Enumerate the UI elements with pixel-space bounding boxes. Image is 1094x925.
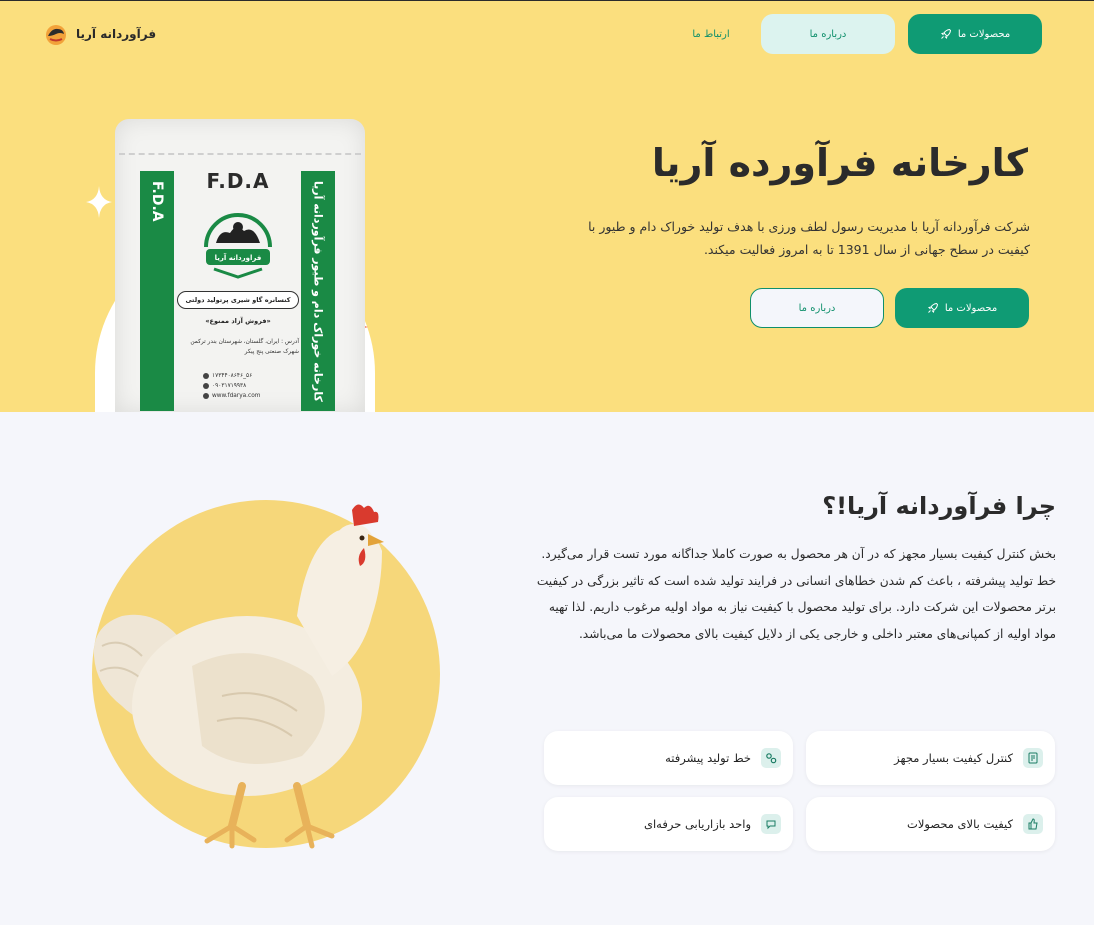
- sack-stripe-left: F.D.A: [140, 171, 174, 411]
- hero-description: شرکت فرآوردانه آریا با مدیریت رسول لطف و…: [588, 219, 1030, 257]
- sack-phone: ۱۷۳۴۴۰۸۶۴۶_۵۶: [212, 373, 253, 379]
- sack-seam: [119, 119, 361, 155]
- nav-products-label: محصولات ما: [957, 28, 1011, 40]
- feature-label: واحد بازاریابی حرفه‌ای: [643, 817, 751, 831]
- sack-contacts: ۱۷۳۴۴۰۸۶۴۶_۵۶ ۰۹۰۳۱۷۱۹۹۳۸ www.fdarya.com: [203, 371, 293, 401]
- why-title: چرا فرآوردانه آریا!؟: [822, 492, 1056, 520]
- hero-about-button[interactable]: درباره ما: [750, 288, 884, 328]
- feature-label: کنترل کیفیت بسیار مجهز: [894, 751, 1013, 765]
- whatsapp-icon: [203, 383, 209, 389]
- feed-sack-image: F.D.A کارخانه خوراک دام و طیور فرآوردانه…: [115, 119, 365, 412]
- thumbs-up-icon: [1023, 814, 1043, 834]
- sack-stripe-right: کارخانه خوراک دام و طیور فرآوردانه آریا: [301, 171, 335, 411]
- feature-label: خط تولید پیشرفته: [665, 751, 751, 765]
- nav-contact-link[interactable]: ارتباط ما: [672, 14, 750, 54]
- hero-products-button[interactable]: محصولات ما: [895, 288, 1029, 328]
- sack-address: آدرس : ایران، گلستان، شهرستان بندر ترکمن…: [190, 339, 299, 355]
- gears-icon: [761, 748, 781, 768]
- feature-card-marketing: واحد بازاریابی حرفه‌ای: [544, 797, 793, 851]
- nav-about-label: درباره ما: [809, 28, 847, 40]
- phone-icon: [203, 373, 209, 379]
- sack-product-label: کنسانره گاو شیری پرتولید دولتی: [177, 291, 299, 309]
- brand-logo-icon: [46, 25, 66, 45]
- farm-emblem-icon: فراوردانه آریا: [204, 213, 272, 279]
- feature-label: کیفیت بالای محصولات: [907, 817, 1013, 831]
- why-description: بخش کنترل کیفیت بسیار مجهز که در آن هر م…: [536, 547, 1056, 641]
- nav-contact-label: ارتباط ما: [692, 28, 730, 40]
- sack-mobile: ۰۹۰۳۱۷۱۹۹۳۸: [212, 383, 247, 389]
- rocket-icon: [940, 28, 951, 39]
- sack-web: www.fdarya.com: [212, 393, 261, 399]
- sack-brand: F.D.A: [206, 169, 270, 193]
- nav-about-button[interactable]: درباره ما: [761, 14, 895, 54]
- hen-image: [93, 504, 384, 849]
- lab-icon: [1023, 748, 1043, 768]
- feature-card-quality-control: کنترل کیفیت بسیار مجهز: [806, 731, 1055, 785]
- nav-products-button[interactable]: محصولات ما: [908, 14, 1042, 54]
- chat-icon: [761, 814, 781, 834]
- hero-section: فرآوردانه آریا ارتباط ما درباره ما محصول…: [0, 1, 1094, 412]
- feature-card-product-quality: کیفیت بالای محصولات: [806, 797, 1055, 851]
- web-icon: [203, 393, 209, 399]
- rocket-icon: [927, 302, 938, 313]
- brand[interactable]: فرآوردانه آریا: [44, 21, 156, 47]
- sack-free-label: «فروش آزاد ممنوع»: [205, 317, 271, 325]
- emblem-label: فراوردانه آریا: [215, 253, 262, 262]
- hero-products-label: محصولات ما: [944, 302, 998, 314]
- hero-about-label: درباره ما: [798, 302, 836, 314]
- why-section: چرا فرآوردانه آریا!؟ بخش کنترل کیفیت بسی…: [0, 412, 1094, 925]
- feature-card-production-line: خط تولید پیشرفته: [544, 731, 793, 785]
- brand-name: فرآوردانه آریا: [76, 27, 157, 41]
- hero-title: کارخانه فرآورده آریا: [651, 141, 1028, 185]
- sparkle-icon: [86, 186, 112, 218]
